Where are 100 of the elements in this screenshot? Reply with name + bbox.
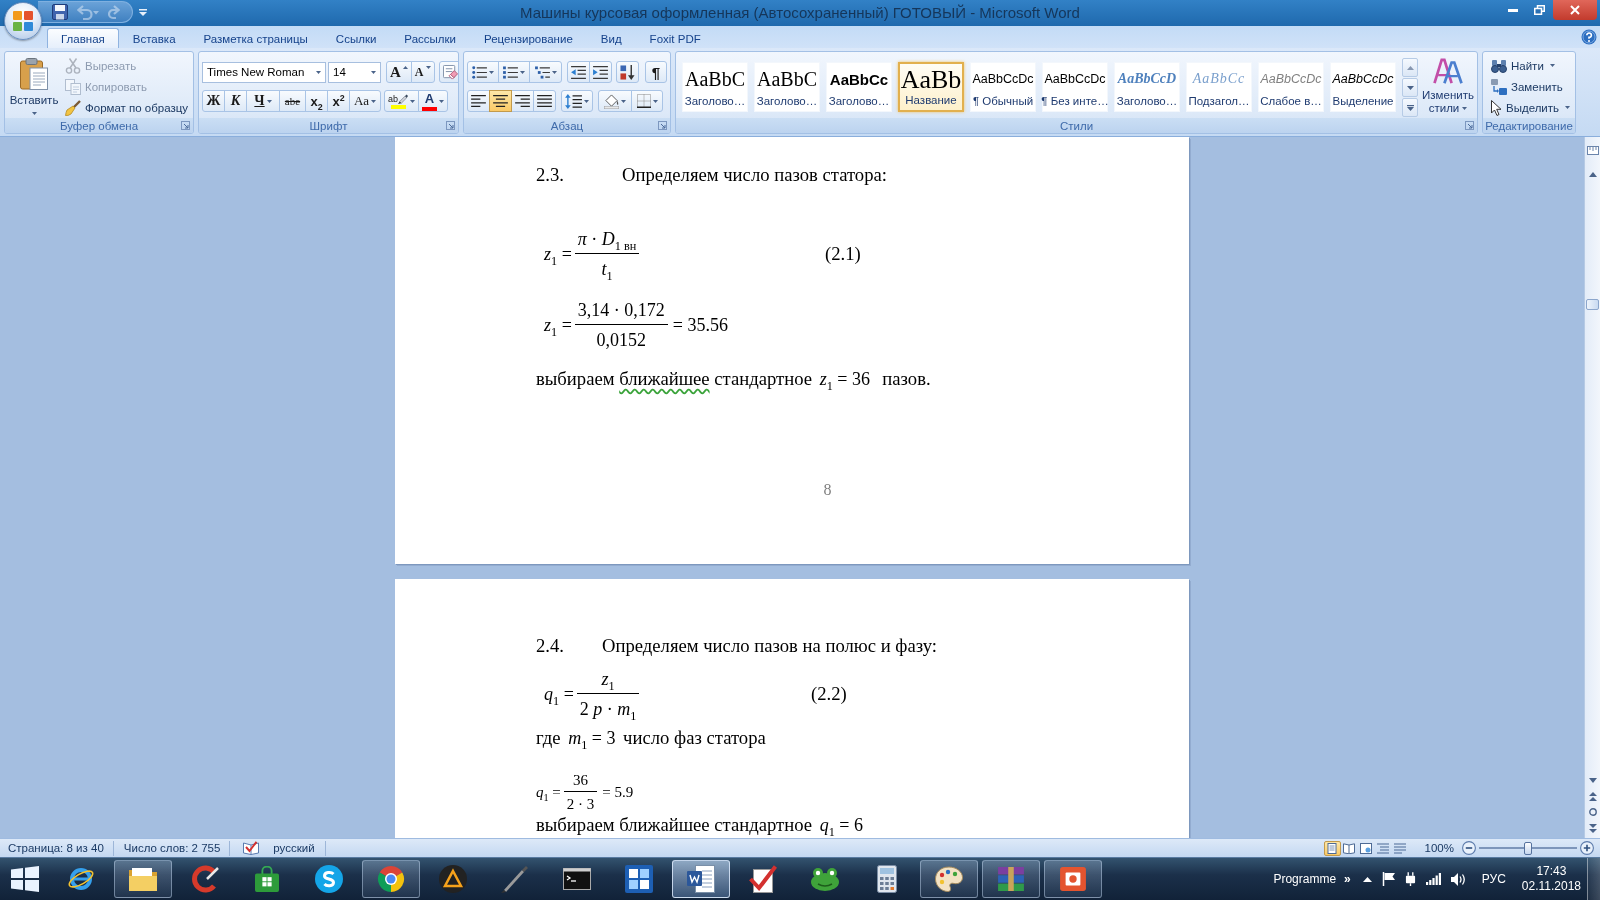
ruler-icon[interactable] — [1586, 145, 1599, 155]
italic-button[interactable]: К — [224, 90, 247, 112]
double-up-arrow-icon[interactable] — [1588, 791, 1597, 801]
ribbon-tab[interactable]: Вид — [586, 28, 636, 48]
browse-circle-icon[interactable] — [1588, 808, 1597, 816]
language-label[interactable]: русский — [273, 839, 315, 857]
dialog-launcher-icon[interactable] — [181, 121, 190, 130]
style-gallery-item[interactable]: AaBbC Заголово… — [682, 62, 748, 112]
toolbar-label[interactable]: Programme — [1273, 872, 1337, 886]
word-count[interactable]: Число слов: 2 755 — [113, 839, 230, 857]
dialog-launcher-icon[interactable] — [446, 121, 455, 130]
taskbar-button[interactable] — [672, 860, 730, 898]
view-mode-button[interactable] — [1340, 840, 1358, 856]
ribbon-tab[interactable]: Рецензирование — [470, 28, 587, 48]
strikethrough-button[interactable]: abe — [279, 90, 306, 112]
calculator-icon[interactable] — [877, 865, 897, 893]
zoom-level[interactable]: 100% — [1424, 842, 1454, 854]
swirl-circle-icon[interactable] — [315, 865, 343, 893]
taskbar-button[interactable] — [920, 860, 978, 898]
plug-icon[interactable] — [1404, 872, 1416, 886]
shading-button[interactable] — [598, 90, 632, 112]
zoom-in-icon[interactable] — [1580, 841, 1594, 855]
ribbon-tab[interactable]: Главная — [47, 28, 119, 48]
four-panes-logo-icon[interactable] — [11, 866, 39, 892]
taskbar-button[interactable] — [114, 860, 172, 898]
dropdown-caret-icon[interactable] — [139, 8, 147, 16]
style-gallery-item[interactable]: AaBbCc Заголово… — [826, 62, 892, 112]
signal-bars-icon[interactable] — [1425, 873, 1441, 885]
shrink-font-button[interactable]: A — [410, 61, 435, 83]
gallery-up-button[interactable] — [1402, 58, 1418, 77]
globe-ring-icon[interactable] — [67, 865, 95, 893]
change-case-button[interactable]: Aa — [349, 90, 381, 112]
ribbon-tab[interactable]: Foxit PDF — [635, 28, 715, 48]
double-down-arrow-icon[interactable] — [1588, 823, 1597, 833]
taskbar-button[interactable] — [982, 860, 1040, 898]
justify-button[interactable] — [533, 90, 556, 112]
dialog-launcher-icon[interactable] — [658, 121, 667, 130]
down-arrow-icon[interactable] — [1588, 777, 1597, 783]
font-size-field[interactable]: 14 — [328, 61, 381, 83]
zoom-slider[interactable] — [1479, 840, 1577, 856]
ribbon-tab[interactable]: Вставка — [118, 28, 190, 48]
checkmark-icon[interactable] — [749, 865, 777, 893]
increase-indent-button[interactable] — [589, 61, 612, 83]
dialog-launcher-icon[interactable] — [1465, 121, 1474, 130]
numbering-button[interactable] — [498, 61, 530, 83]
input-language[interactable]: РУС — [1481, 872, 1506, 886]
scrollbar-thumb[interactable] — [1586, 299, 1599, 310]
style-gallery-item[interactable]: AaBbC Заголово… — [754, 62, 820, 112]
decrease-indent-button[interactable] — [567, 61, 590, 83]
slider-thumb[interactable] — [1524, 841, 1532, 855]
stylus-icon[interactable] — [501, 865, 529, 893]
align-center-button[interactable] — [489, 90, 512, 112]
close-button[interactable] — [1553, 0, 1597, 20]
multilevel-list-button[interactable] — [529, 61, 562, 83]
view-mode-button[interactable] — [1357, 840, 1375, 856]
style-gallery-item[interactable]: AaBbCcDc ¶ Без инте… — [1042, 62, 1108, 112]
line-spacing-button[interactable] — [561, 90, 593, 112]
ribbon-tab[interactable]: Разметка страницы — [189, 28, 322, 48]
page-count[interactable]: Страница: 8 из 40 — [0, 839, 113, 857]
style-gallery-item[interactable]: AaBbCcD Заголово… — [1114, 62, 1180, 112]
up-arrow-icon[interactable] — [1588, 171, 1597, 177]
style-gallery-item[interactable]: AaBbCcDc Выделение — [1330, 62, 1396, 112]
frog-icon[interactable] — [811, 867, 839, 891]
style-gallery-item[interactable]: AaBb Название — [898, 62, 964, 112]
format-painter-button[interactable]: Формат по образцу — [63, 97, 191, 118]
subscript-button[interactable]: x$_{2}$ — [305, 90, 328, 112]
zoom-out-icon[interactable] — [1462, 841, 1476, 855]
show-desktop-button[interactable] — [1587, 858, 1600, 900]
style-gallery-item[interactable]: AaBbCcDc ¶ Обычный — [970, 62, 1036, 112]
bold-button[interactable]: Ж — [202, 90, 225, 112]
book-check-icon[interactable] — [243, 841, 260, 855]
taskbar-button[interactable] — [1044, 860, 1102, 898]
speaker-icon[interactable] — [1450, 872, 1466, 886]
highlight-button[interactable]: ab — [384, 90, 419, 112]
terminal-icon[interactable] — [563, 868, 591, 890]
borders-button[interactable] — [631, 90, 663, 112]
find-button[interactable]: Найти — [1490, 55, 1556, 76]
font-color-button[interactable]: A — [418, 90, 448, 112]
show-marks-button[interactable]: ¶ — [645, 61, 667, 83]
select-button[interactable]: Выделить — [1490, 97, 1572, 118]
up-caret-icon[interactable] — [1362, 876, 1372, 882]
font-name-field[interactable]: Times New Roman — [202, 61, 326, 83]
change-styles-button[interactable]: Изменить стили — [1420, 58, 1476, 114]
grow-font-button[interactable]: A — [386, 61, 412, 83]
paste-button[interactable]: Вставить — [8, 56, 60, 118]
clear-formatting-button[interactable] — [438, 61, 458, 83]
clock-time[interactable]: 17:43 — [1536, 864, 1567, 879]
tiles-icon[interactable] — [625, 865, 653, 893]
underline-button[interactable]: Ч — [246, 90, 280, 112]
ribbon-tab[interactable]: Рассылки — [390, 28, 470, 48]
superscript-button[interactable]: x$^{2}$ — [327, 90, 350, 112]
style-gallery-item[interactable]: AaBbCcDc Слабое в… — [1258, 62, 1324, 112]
taskbar-button[interactable] — [362, 860, 420, 898]
sort-button[interactable] — [616, 61, 639, 83]
clock-date[interactable]: 02.11.2018 — [1521, 879, 1581, 894]
view-mode-button[interactable] — [1323, 840, 1341, 856]
gallery-expand-button[interactable] — [1402, 98, 1418, 117]
toolbar-chevron[interactable]: » — [1344, 872, 1351, 886]
ring-arc-icon[interactable] — [191, 865, 219, 893]
ribbon-tab[interactable]: Ссылки — [321, 28, 391, 48]
